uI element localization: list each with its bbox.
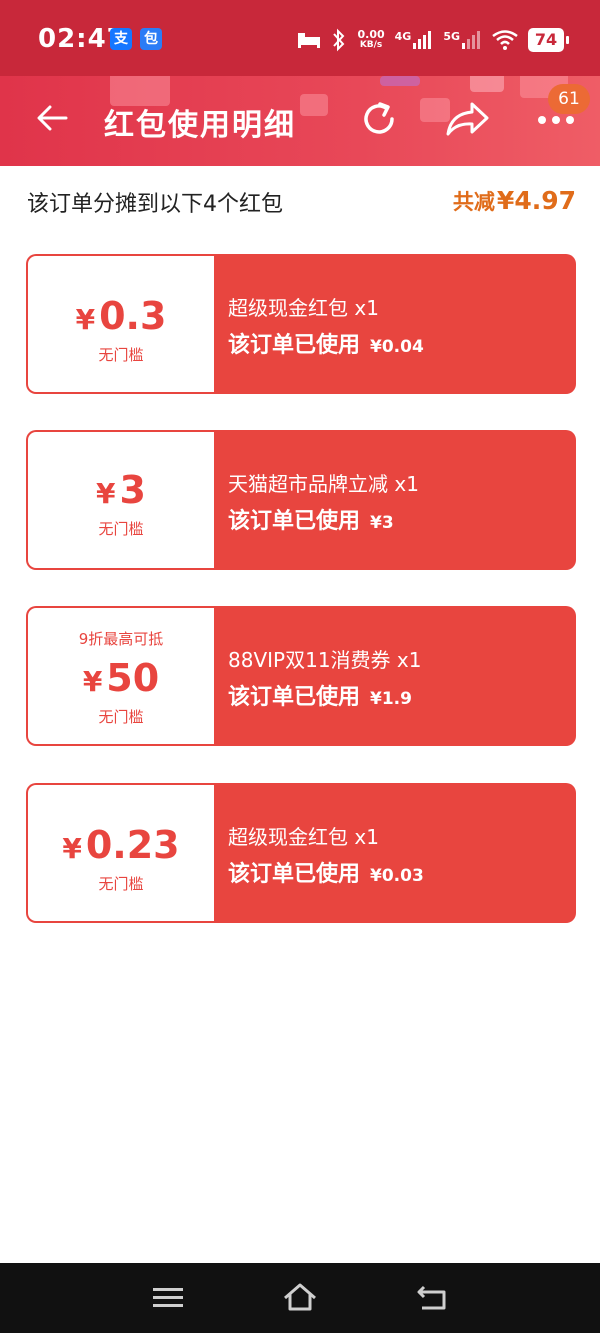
- alipay-icon: 支: [110, 28, 132, 50]
- coupon-value: ¥0.23: [62, 823, 180, 867]
- coupon-divider: [194, 608, 212, 744]
- total-amount: ¥4.97: [496, 186, 576, 215]
- total-label: 共减: [452, 190, 495, 214]
- coupon-name: 88VIP双11消费券 x1: [228, 648, 422, 672]
- coupon-card[interactable]: 9折最高可抵 ¥50 无门槛 88VIP双11消费券 x1 该订单已使用 ¥1.9: [26, 606, 576, 746]
- bluetooth-icon: [333, 28, 345, 52]
- coupon-value-panel: ¥0.3 无门槛: [28, 256, 214, 392]
- coupon-value-panel: ¥3 无门槛: [28, 432, 214, 568]
- back-icon[interactable]: [414, 1281, 450, 1315]
- coupon-name: 超级现金红包 x1: [228, 825, 379, 849]
- coupon-threshold: 无门槛: [98, 708, 144, 726]
- page-title: 红包使用明细: [104, 108, 296, 143]
- coupon-value: ¥0.3: [75, 294, 167, 338]
- message-badge[interactable]: 61: [548, 84, 590, 114]
- summary-text: 该订单分摊到以下4个红包: [27, 192, 283, 217]
- coupon-divider: [194, 785, 212, 921]
- net-speed: 0.00 KB/s: [357, 28, 385, 50]
- coupon-value-panel: ¥0.23 无门槛: [28, 785, 214, 921]
- home-icon[interactable]: [282, 1281, 318, 1315]
- coupon-divider: [194, 256, 212, 392]
- signal-4g: 4G: [395, 31, 434, 49]
- coupon-threshold: 无门槛: [98, 520, 144, 538]
- system-nav-bar: [0, 1263, 600, 1333]
- battery-icon: 74: [528, 28, 569, 52]
- signal-icon: [462, 31, 480, 49]
- coupon-threshold: 无门槛: [98, 346, 144, 364]
- menu-icon[interactable]: [150, 1281, 186, 1315]
- coupon-card[interactable]: ¥0.3 无门槛 超级现金红包 x1 该订单已使用 ¥0.04: [26, 254, 576, 394]
- back-arrow-icon[interactable]: [34, 100, 70, 136]
- page-header: 红包使用明细 61: [0, 76, 600, 166]
- share-icon[interactable]: [444, 98, 490, 140]
- coupon-used: 该订单已使用 ¥1.9: [228, 685, 412, 710]
- coupon-used: 该订单已使用 ¥0.04: [228, 333, 424, 358]
- more-icon[interactable]: [536, 114, 576, 126]
- status-bar: 02:47 支 包 0.00 KB/s 4G 5G 74: [0, 0, 600, 76]
- total-discount: 共减 ¥4.97: [453, 186, 576, 216]
- coupon-card[interactable]: ¥0.23 无门槛 超级现金红包 x1 该订单已使用 ¥0.03: [26, 783, 576, 923]
- coupon-value-panel: 9折最高可抵 ¥50 无门槛: [28, 608, 214, 744]
- refresh-icon[interactable]: [358, 98, 400, 140]
- wifi-icon: [492, 30, 518, 50]
- coupon-name: 天猫超市品牌立减 x1: [228, 472, 419, 496]
- bed-icon: [298, 33, 321, 48]
- signal-5g: 5G: [443, 31, 482, 49]
- coupon-used: 该订单已使用 ¥0.03: [228, 862, 424, 887]
- coupon-value: ¥3: [96, 468, 146, 512]
- signal-icon: [413, 31, 432, 49]
- coupon-used: 该订单已使用 ¥3: [228, 509, 394, 534]
- coupon-threshold: 无门槛: [98, 875, 144, 893]
- coupon-divider: [194, 432, 212, 568]
- coupon-top-note: 9折最高可抵: [78, 630, 164, 648]
- coupon-value: ¥50: [82, 656, 160, 700]
- coupon-name: 超级现金红包 x1: [228, 296, 379, 320]
- coupon-card[interactable]: ¥3 无门槛 天猫超市品牌立减 x1 该订单已使用 ¥3: [26, 430, 576, 570]
- app-icon: 包: [140, 28, 162, 50]
